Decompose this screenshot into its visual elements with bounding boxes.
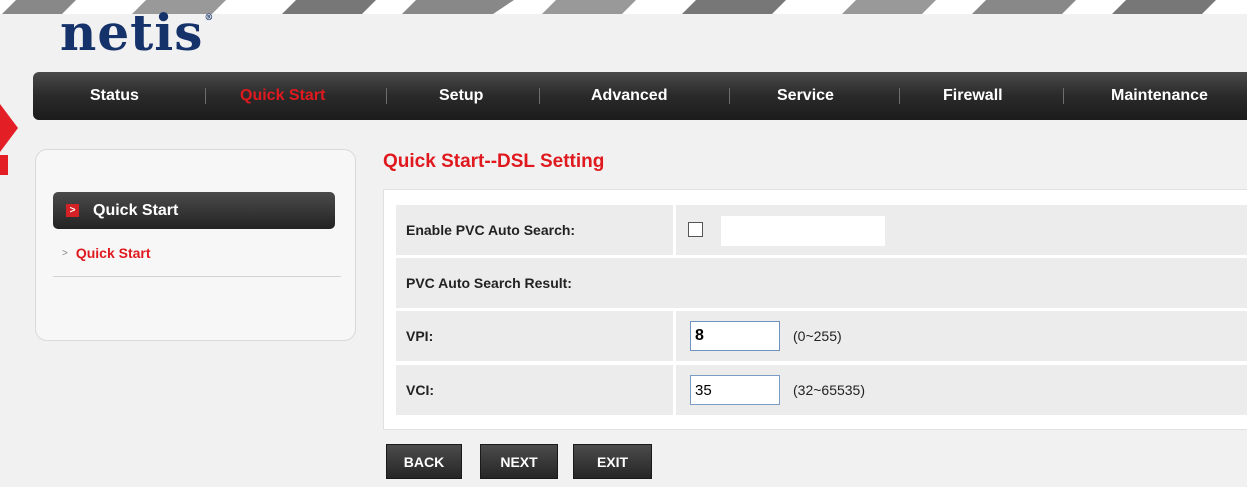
- nav-item-setup[interactable]: Setup: [439, 72, 483, 120]
- nav-item-firewall[interactable]: Firewall: [943, 72, 1003, 120]
- nav-item-advanced[interactable]: Advanced: [591, 72, 667, 120]
- nav-item-service[interactable]: Service: [777, 72, 834, 120]
- vpi-input[interactable]: [690, 321, 780, 351]
- form-row-pvc-result: PVC Auto Search Result:: [396, 258, 1247, 308]
- pvc-auto-search-result-label: PVC Auto Search Result:: [396, 258, 1247, 308]
- pvc-auto-search-checkbox[interactable]: [688, 222, 703, 237]
- vci-cell: (32~65535): [676, 365, 1247, 415]
- nav-item-maintenance[interactable]: Maintenance: [1111, 72, 1208, 120]
- form-row-pvc-auto-search: Enable PVC Auto Search:: [396, 205, 1247, 255]
- pvc-auto-search-label: Enable PVC Auto Search:: [396, 205, 673, 255]
- page-title: Quick Start--DSL Setting: [383, 151, 605, 172]
- logo-text: netis: [60, 3, 204, 62]
- vpi-label: VPI:: [396, 311, 673, 361]
- vci-label: VCI:: [396, 365, 673, 415]
- netis-logo: netis®: [60, 8, 213, 58]
- registered-mark: ®: [204, 13, 215, 23]
- sidebar-section-label: Quick Start: [93, 201, 179, 219]
- chevron-right-icon: >: [62, 247, 68, 259]
- vci-range-hint: (32~65535): [793, 382, 866, 398]
- nav-separator: [205, 88, 206, 104]
- vci-input[interactable]: [690, 375, 780, 405]
- decorative-red-mark: [0, 104, 18, 152]
- sidebar-divider: [53, 276, 341, 277]
- nav-item-quick-start[interactable]: Quick Start: [240, 72, 325, 120]
- nav-separator: [386, 88, 387, 104]
- pvc-auto-search-field: [721, 216, 885, 246]
- pvc-auto-search-cell: [676, 205, 1247, 255]
- vpi-range-hint: (0~255): [793, 328, 842, 344]
- nav-separator: [1063, 88, 1064, 104]
- next-button[interactable]: NEXT: [480, 444, 558, 479]
- sidebar-item-label: Quick Start: [75, 245, 151, 261]
- form-row-vci: VCI: (32~65535): [396, 365, 1247, 415]
- nav-separator: [539, 88, 540, 104]
- vpi-cell: (0~255): [676, 311, 1247, 361]
- arrow-right-icon: >: [66, 204, 79, 217]
- exit-button[interactable]: EXIT: [573, 444, 652, 479]
- form-row-vpi: VPI: (0~255): [396, 311, 1247, 361]
- main-nav: Status Quick Start Setup Advanced Servic…: [33, 72, 1247, 120]
- nav-separator: [729, 88, 730, 104]
- decorative-red-mark: [0, 155, 8, 175]
- dsl-settings-form: Enable PVC Auto Search: PVC Auto Search …: [383, 189, 1247, 430]
- sidebar: > Quick Start > Quick Start: [35, 149, 356, 341]
- nav-separator: [899, 88, 900, 104]
- sidebar-section-quick-start[interactable]: > Quick Start: [53, 192, 335, 229]
- sidebar-item-quick-start[interactable]: > Quick Start: [62, 245, 151, 261]
- nav-item-status[interactable]: Status: [90, 72, 139, 120]
- back-button[interactable]: BACK: [386, 444, 462, 479]
